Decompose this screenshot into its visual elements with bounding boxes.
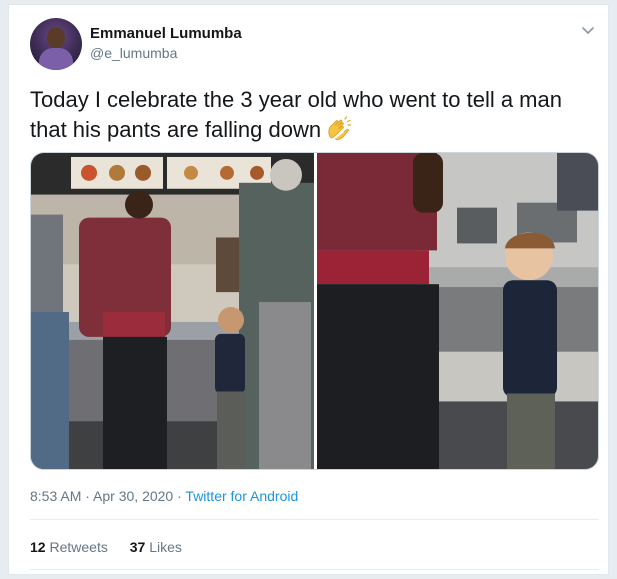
likes-count: 37 — [129, 539, 146, 555]
media-grid — [30, 152, 599, 470]
tweet-time[interactable]: 8:53 AM — [30, 488, 81, 504]
display-name[interactable]: Emmanuel Lumumba — [90, 25, 242, 42]
retweets-label: Retweets — [49, 539, 108, 555]
clapping-hands-icon — [328, 116, 352, 140]
chevron-down-icon[interactable] — [581, 23, 595, 37]
tweet-date[interactable]: Apr 30, 2020 — [93, 488, 173, 504]
avatar[interactable] — [30, 18, 82, 70]
tweet-meta: 8:53 AM · Apr 30, 2020 · Twitter for And… — [30, 488, 298, 504]
tweet-card: Emmanuel Lumumba @e_lumumba Today I cele… — [8, 4, 609, 575]
photo-left[interactable] — [31, 153, 314, 469]
tweet-stats: 12 Retweets 37 Likes — [30, 539, 200, 555]
avatar-body — [39, 48, 73, 70]
divider — [30, 569, 599, 570]
avatar-face — [47, 27, 65, 49]
photo-right[interactable] — [317, 153, 599, 469]
user-handle[interactable]: @e_lumumba — [90, 45, 177, 61]
likes-stat[interactable]: 37 Likes — [130, 539, 182, 555]
tweet-source-link[interactable]: Twitter for Android — [185, 488, 298, 504]
meta-separator: · — [81, 488, 94, 504]
divider — [30, 519, 599, 520]
retweets-stat[interactable]: 12 Retweets — [30, 539, 108, 555]
tweet-body: Today I celebrate the 3 year old who wen… — [30, 87, 562, 142]
tweet-text: Today I celebrate the 3 year old who wen… — [30, 85, 600, 145]
likes-label: Likes — [149, 539, 182, 555]
meta-separator: · — [173, 488, 186, 504]
retweets-count: 12 — [30, 539, 46, 555]
